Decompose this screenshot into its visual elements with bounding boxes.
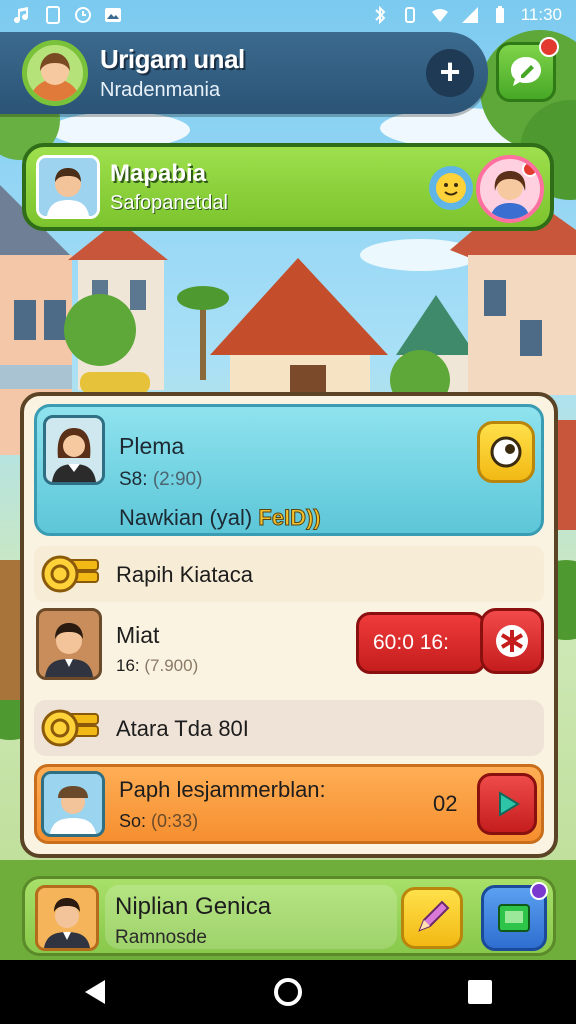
edit-button[interactable] xyxy=(401,887,463,949)
wifi-icon xyxy=(431,8,448,22)
recents-square-icon xyxy=(468,980,492,1004)
chat-bubble-icon xyxy=(511,57,541,86)
asterisk-icon xyxy=(496,625,528,657)
close-icon[interactable] xyxy=(522,161,538,177)
item-meta: So: (0:33) xyxy=(119,811,198,832)
list-item-section[interactable]: Atara Tda 80I xyxy=(34,700,544,756)
activity-panel: Plema S8: (2:90) Nawkian (yal) FeID)) Ra… xyxy=(20,392,558,858)
list-item-section[interactable]: Rapih Kiataca xyxy=(34,546,544,602)
home-circle-icon xyxy=(274,978,302,1006)
girl-avatar[interactable] xyxy=(476,155,544,223)
vibrate-icon xyxy=(404,7,415,23)
friend-avatar xyxy=(36,155,100,219)
recents-button[interactable] xyxy=(460,972,500,1012)
item-name: Plema xyxy=(119,433,185,459)
status-bar: 11:30 xyxy=(0,0,576,30)
section-label: Rapih Kiataca xyxy=(116,562,253,587)
bottom-card-name: Niplian Genica xyxy=(115,893,272,920)
list-item-orange[interactable]: Paph lesjammerblan: So: (0:33) 02 xyxy=(34,764,544,844)
list-item-highlight[interactable]: Plema S8: (2:90) Nawkian (yal) FeID)) xyxy=(34,404,544,536)
add-button[interactable]: + xyxy=(426,49,474,97)
asterisk-button[interactable] xyxy=(480,608,544,674)
play-icon xyxy=(499,791,520,817)
item-count: 02 xyxy=(433,791,458,816)
featured-title: Mapabia xyxy=(110,159,207,187)
back-triangle-icon xyxy=(85,980,105,1004)
featured-subtitle: Safopanetdal xyxy=(110,191,228,214)
header-title: Urigam unal xyxy=(100,44,245,74)
man-avatar xyxy=(35,885,99,951)
notification-badge xyxy=(530,882,548,900)
home-button[interactable] xyxy=(268,972,308,1012)
profile-header[interactable]: Urigam unal Nradenmania + xyxy=(0,32,488,114)
bluetooth-icon xyxy=(375,6,386,24)
screen-button[interactable] xyxy=(481,882,548,951)
coins-icon xyxy=(41,709,99,747)
item-name: Miat xyxy=(116,622,160,648)
bottom-card-subtitle: Ramnosde xyxy=(115,927,207,948)
boy-avatar xyxy=(41,771,105,837)
status-time: 11:30 xyxy=(520,5,562,24)
sun-icon xyxy=(429,166,473,210)
music-note-icon xyxy=(14,7,29,24)
image-icon xyxy=(105,8,121,22)
item-meta: 16: (7.900) xyxy=(116,656,198,676)
battery-icon xyxy=(495,6,504,23)
section-label: Atara Tda 80I xyxy=(116,716,249,741)
description-tag: FeID)) xyxy=(258,505,321,531)
timer-button[interactable]: 60:0 16: xyxy=(356,612,486,674)
item-description: Nawkian (yal) FeID)) xyxy=(119,505,321,531)
signal-icon xyxy=(461,7,478,23)
notification-badge xyxy=(539,37,559,57)
screen-icon xyxy=(498,904,530,932)
featured-friend-card[interactable]: Mapabia Safopanetdal xyxy=(22,143,554,231)
coins-icon xyxy=(41,555,99,593)
list-item[interactable]: Miat 16: (7.900) 60:0 16: xyxy=(34,608,544,684)
item-name: Paph lesjammerblan: xyxy=(119,777,326,802)
eye-icon xyxy=(490,436,522,468)
sim-card-icon xyxy=(46,6,60,24)
toggle-button[interactable] xyxy=(477,421,535,483)
pencil-icon xyxy=(418,900,450,932)
header-subtitle: Nradenmania xyxy=(100,79,221,101)
meta-value: (0:33) xyxy=(151,811,199,831)
woman-avatar xyxy=(43,415,105,485)
meta-prefix: So: xyxy=(119,811,147,831)
system-nav-bar xyxy=(0,960,576,1024)
bottom-profile-card[interactable]: Niplian Genica Ramnosde xyxy=(22,876,556,956)
back-button[interactable] xyxy=(76,972,116,1012)
meta-value: (7.900) xyxy=(144,656,199,675)
timer-text: 60:0 16: xyxy=(373,631,449,654)
alarm-icon xyxy=(75,7,91,23)
description-text: Nawkian (yal) xyxy=(119,505,253,530)
item-meta: S8: (2:90) xyxy=(119,469,202,491)
meta-prefix: S8: xyxy=(119,469,148,490)
play-button[interactable] xyxy=(477,773,537,835)
meta-value: (2:90) xyxy=(152,469,203,490)
player-avatar[interactable] xyxy=(22,40,88,106)
meta-prefix: 16: xyxy=(116,656,140,675)
man-avatar xyxy=(36,608,102,680)
chat-button[interactable] xyxy=(496,37,559,102)
